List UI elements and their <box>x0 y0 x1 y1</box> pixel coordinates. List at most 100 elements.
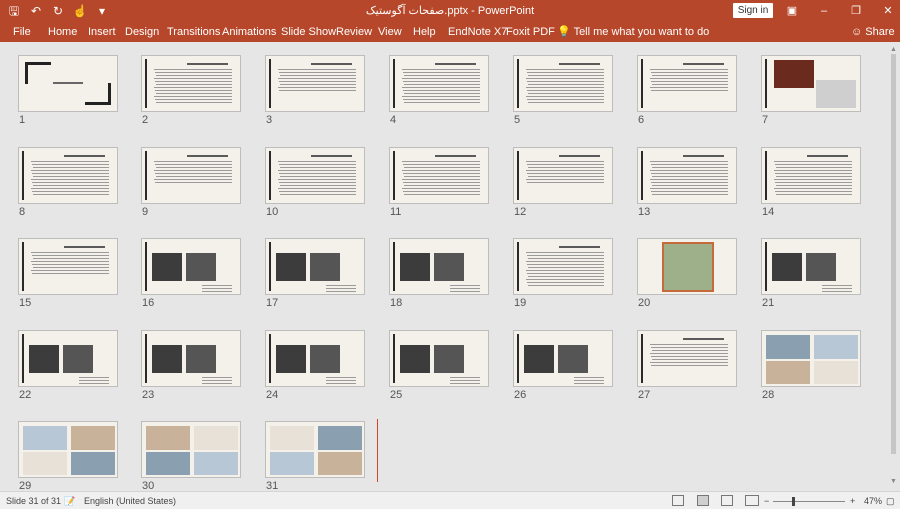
slide-number: 27 <box>638 389 651 401</box>
insertion-marker <box>377 419 378 482</box>
ribbon-display-icon[interactable]: ▣ <box>776 2 808 20</box>
slide-thumbnail[interactable] <box>637 330 737 387</box>
slide-thumbnail[interactable] <box>18 147 118 204</box>
slide-thumbnail[interactable] <box>141 147 241 204</box>
slide-number: 25 <box>390 389 403 401</box>
slide-thumbnail[interactable] <box>761 330 861 387</box>
slide-number: 5 <box>514 114 521 126</box>
slide-thumbnail[interactable] <box>265 238 365 295</box>
tab-foxit-pdf[interactable]: Foxit PDF <box>506 26 555 38</box>
zoom-slider-thumb[interactable] <box>792 497 795 506</box>
slide-number: 20 <box>638 297 651 309</box>
zoom-slider[interactable] <box>773 501 845 502</box>
slide-thumbnail[interactable] <box>389 238 489 295</box>
zoom-level[interactable]: 47% <box>864 496 882 506</box>
tab-design[interactable]: Design <box>125 26 159 38</box>
slide-number: 26 <box>514 389 527 401</box>
slide-thumbnail[interactable] <box>265 330 365 387</box>
slide-number: 2 <box>142 114 149 126</box>
tab-slide-show[interactable]: Slide Show <box>281 26 336 38</box>
slide-number: 18 <box>390 297 403 309</box>
tell-me-search[interactable]: 💡 Tell me what you want to do <box>557 25 709 38</box>
slide-number: 17 <box>266 297 279 309</box>
slide-sorter-view-icon[interactable] <box>697 495 709 506</box>
slide-thumbnail[interactable] <box>141 238 241 295</box>
slide-thumbnail[interactable] <box>513 147 613 204</box>
slide-thumbnail[interactable] <box>761 55 861 112</box>
spell-check-icon[interactable]: 📝 <box>64 496 75 507</box>
slide-number: 3 <box>266 114 273 126</box>
slide-thumbnail[interactable] <box>18 238 118 295</box>
zoom-in-button[interactable]: + <box>850 496 855 506</box>
slide-number: 23 <box>142 389 155 401</box>
restore-icon[interactable]: ❐ <box>840 2 872 20</box>
tab-transitions[interactable]: Transitions <box>167 26 220 38</box>
tab-animations[interactable]: Animations <box>222 26 276 38</box>
status-bar: Slide 31 of 31 📝 English (United States)… <box>0 491 900 509</box>
slide-thumbnail[interactable] <box>637 147 737 204</box>
zoom-out-button[interactable]: − <box>764 496 769 506</box>
scrollbar-thumb[interactable] <box>891 54 896 454</box>
slide-thumbnail[interactable] <box>389 55 489 112</box>
reading-view-icon[interactable] <box>721 495 733 506</box>
slide-thumbnail[interactable] <box>637 55 737 112</box>
slide-thumbnail[interactable] <box>18 421 118 478</box>
slide-number: 24 <box>266 389 279 401</box>
vertical-scrollbar[interactable]: ▲ ▼ <box>889 46 898 486</box>
slide-thumbnail[interactable] <box>141 55 241 112</box>
tab-review[interactable]: Review <box>336 26 372 38</box>
sign-in-button[interactable]: Sign in <box>733 3 773 18</box>
normal-view-icon[interactable] <box>672 495 684 506</box>
slide-thumbnail[interactable] <box>637 238 737 295</box>
ribbon-tabs: File Home Insert Design Transitions Anim… <box>0 22 900 42</box>
slide-number: 7 <box>762 114 769 126</box>
slide-number: 28 <box>762 389 775 401</box>
slide-thumbnail[interactable] <box>141 421 241 478</box>
scroll-up-icon[interactable]: ▲ <box>889 46 898 54</box>
slide-thumbnail[interactable] <box>513 55 613 112</box>
person-icon: ☺ <box>851 26 863 38</box>
slide-number: 22 <box>19 389 32 401</box>
slide-thumbnail[interactable] <box>18 330 118 387</box>
slide-number: 9 <box>142 206 149 218</box>
slide-number: 13 <box>638 206 651 218</box>
slide-number: 11 <box>390 206 402 218</box>
share-label: Share <box>865 26 895 38</box>
tab-file[interactable]: File <box>13 26 31 38</box>
tab-endnote[interactable]: EndNote X7 <box>448 26 507 38</box>
fit-to-window-icon[interactable]: ▢ <box>886 496 895 507</box>
slide-number: 12 <box>514 206 527 218</box>
tab-home[interactable]: Home <box>48 26 77 38</box>
share-button[interactable]: ☺ Share <box>851 26 895 38</box>
slide-thumbnail[interactable] <box>761 147 861 204</box>
slide-thumbnail[interactable] <box>389 330 489 387</box>
scroll-down-icon[interactable]: ▼ <box>889 478 898 486</box>
tab-insert[interactable]: Insert <box>88 26 116 38</box>
slide-thumbnail[interactable] <box>761 238 861 295</box>
window-controls: ▣ – ❐ ✕ <box>776 2 900 20</box>
title-bar: 🖫 ↶ ↻ ☝ ▾ صفحات آگوستیک.pptx - PowerPoin… <box>0 0 900 22</box>
slide-number: 16 <box>142 297 155 309</box>
language-label[interactable]: English (United States) <box>84 496 176 506</box>
slide-number: 15 <box>19 297 32 309</box>
slide-thumbnail[interactable] <box>389 147 489 204</box>
slide-number: 8 <box>19 206 26 218</box>
slide-thumbnail[interactable] <box>265 147 365 204</box>
slide-number: 21 <box>762 297 775 309</box>
lightbulb-icon: 💡 <box>557 26 571 38</box>
tab-help[interactable]: Help <box>413 26 436 38</box>
slide-number: 10 <box>266 206 279 218</box>
tab-view[interactable]: View <box>378 26 402 38</box>
slide-number: 1 <box>19 114 26 126</box>
slide-show-view-icon[interactable] <box>745 495 759 506</box>
slide-thumbnail[interactable] <box>141 330 241 387</box>
slide-thumbnail[interactable] <box>18 55 118 112</box>
slide-thumbnail[interactable] <box>265 55 365 112</box>
slide-counter: Slide 31 of 31 <box>6 496 62 506</box>
slide-thumbnail[interactable] <box>265 421 365 478</box>
minimize-icon[interactable]: – <box>808 2 840 20</box>
slide-thumbnail[interactable] <box>513 238 613 295</box>
close-icon[interactable]: ✕ <box>872 2 900 20</box>
slide-number: 6 <box>638 114 645 126</box>
slide-thumbnail[interactable] <box>513 330 613 387</box>
